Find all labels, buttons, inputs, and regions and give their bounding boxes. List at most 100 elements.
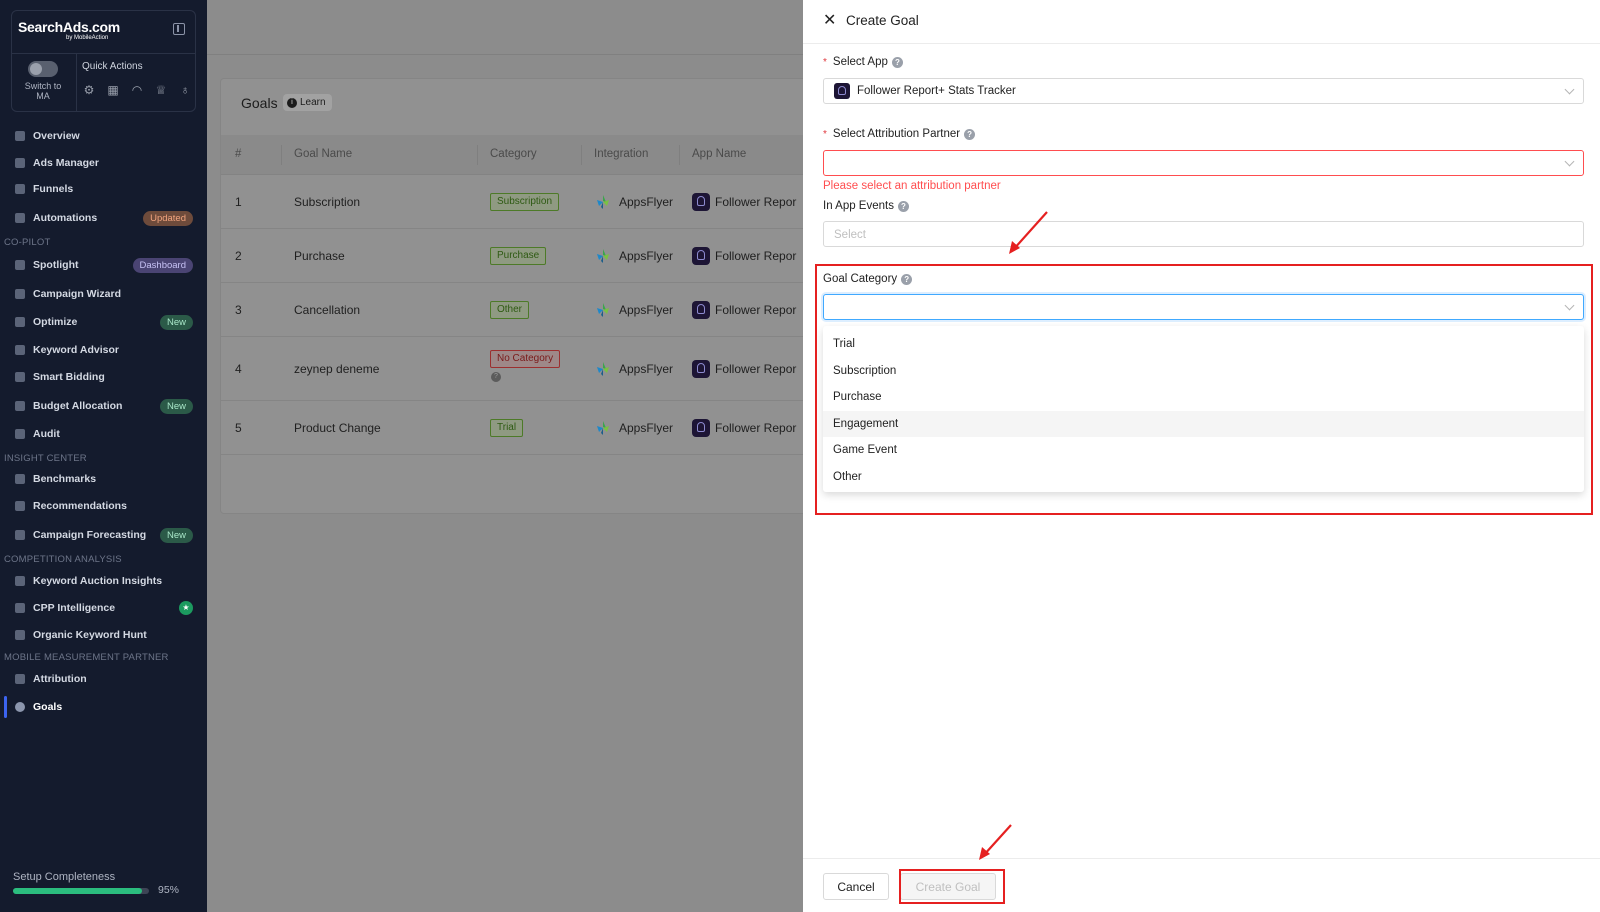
- select-app-label-text: Select App: [832, 56, 888, 68]
- calendar-icon[interactable]: ▦: [106, 83, 120, 97]
- app-icon: [692, 193, 710, 211]
- cancel-button[interactable]: Cancel: [823, 873, 889, 900]
- switch-to-ma-toggle[interactable]: [28, 61, 58, 77]
- sidebar: SearchAds.com by MobileAction Switch to …: [0, 0, 207, 912]
- setup-percentage: 95%: [158, 884, 180, 896]
- attribution-partner-dropdown[interactable]: [823, 150, 1584, 176]
- headset-icon[interactable]: ◠: [130, 83, 144, 97]
- column-header[interactable]: Category: [490, 148, 537, 160]
- row-number: 1: [235, 195, 242, 209]
- nav-automations[interactable]: Automations Updated: [0, 207, 207, 229]
- integration-name: AppsFlyer: [619, 195, 674, 209]
- select-app-label: * Select App ?: [823, 56, 903, 68]
- table-row[interactable]: 3 Cancellation Other AppsFlyer Follower …: [221, 283, 819, 337]
- help-icon[interactable]: ?: [964, 128, 976, 140]
- collapse-sidebar-icon[interactable]: [173, 23, 185, 35]
- auction-icon: [15, 576, 25, 586]
- divider: [679, 145, 680, 165]
- main-content: Goals i Learn # Goal Name Category Integr…: [207, 0, 820, 912]
- nav-attribution[interactable]: Attribution: [0, 668, 207, 690]
- category-tag: No Category: [490, 350, 561, 368]
- table-row[interactable]: 4 zeynep deneme No Category ? AppsFlyer …: [221, 337, 819, 401]
- nav-campaign-forecasting[interactable]: Campaign Forecasting New: [0, 524, 207, 546]
- help-icon[interactable]: ?: [897, 200, 909, 212]
- nav-organic-keyword-hunt[interactable]: Organic Keyword Hunt: [0, 624, 207, 646]
- forecast-icon: [15, 530, 25, 540]
- cpp-icon: [15, 603, 25, 613]
- nav-campaign-wizard[interactable]: Campaign Wizard: [0, 283, 207, 305]
- budget-icon: [15, 401, 25, 411]
- close-icon[interactable]: ✕: [823, 13, 836, 29]
- app-icon: [692, 247, 710, 265]
- nav-keyword-auction-insights[interactable]: Keyword Auction Insights: [0, 570, 207, 592]
- divider: [12, 53, 195, 54]
- appsflyer-icon: [597, 303, 609, 317]
- nav-label: Automations: [33, 212, 98, 224]
- help-icon[interactable]: ?: [891, 56, 903, 68]
- app-icon: [834, 83, 850, 99]
- divider: [207, 54, 803, 55]
- quick-actions-title: Quick Actions: [82, 61, 143, 72]
- in-app-events-placeholder: Select: [834, 229, 866, 241]
- audit-icon: [15, 429, 25, 439]
- trophy-icon[interactable]: ♕: [154, 83, 168, 97]
- page-title: Goals: [241, 95, 278, 111]
- keyword-icon: [15, 345, 25, 355]
- nav-budget-allocation[interactable]: Budget Allocation New: [0, 395, 207, 417]
- table-row[interactable]: 5 Product Change Trial AppsFlyer Followe…: [221, 401, 819, 455]
- drawer-header: ✕ Create Goal: [803, 0, 1600, 44]
- column-header[interactable]: Goal Name: [294, 148, 352, 160]
- nav-optimize[interactable]: Optimize New: [0, 311, 207, 333]
- new-badge: New: [159, 314, 193, 330]
- updated-badge: Updated: [143, 210, 193, 226]
- divider: [76, 53, 77, 111]
- settings-icon[interactable]: ⚙: [82, 83, 96, 97]
- help-icon[interactable]: ?: [491, 372, 501, 382]
- setup-progress-bar: [13, 888, 149, 894]
- nav-audit[interactable]: Audit: [0, 423, 207, 445]
- nav-overview[interactable]: Overview: [0, 125, 207, 147]
- nav-label: Organic Keyword Hunt: [33, 629, 147, 641]
- nav-label: Keyword Auction Insights: [33, 575, 163, 587]
- app-icon: [692, 301, 710, 319]
- attribution-partner-label: * Select Attribution Partner ?: [823, 128, 976, 140]
- integration-name: AppsFlyer: [619, 303, 674, 317]
- nav-keyword-advisor[interactable]: Keyword Advisor: [0, 339, 207, 361]
- category-tag: Trial: [490, 419, 524, 437]
- nav-funnels[interactable]: Funnels: [0, 178, 207, 200]
- column-header[interactable]: Integration: [594, 148, 648, 160]
- bulb-icon[interactable]: ♁: [178, 83, 192, 97]
- nav-cpp-intelligence[interactable]: CPP Intelligence ★: [0, 597, 207, 619]
- nav-goals[interactable]: Goals: [0, 696, 207, 718]
- nav-label: Smart Bidding: [33, 371, 105, 383]
- star-badge-icon: ★: [179, 601, 193, 615]
- attribution-label-text: Select Attribution Partner: [832, 128, 961, 140]
- integration-name: AppsFlyer: [619, 362, 674, 376]
- table-row[interactable]: 2 Purchase Purchase AppsFlyer Follower R…: [221, 229, 819, 283]
- chevron-down-icon: [1564, 84, 1575, 95]
- section-mmp: MOBILE MEASUREMENT PARTNER: [4, 652, 169, 663]
- info-icon: i: [287, 97, 297, 108]
- wizard-icon: [15, 289, 25, 299]
- logo[interactable]: SearchAds.com: [18, 19, 120, 35]
- nav-smart-bidding[interactable]: Smart Bidding: [0, 366, 207, 388]
- divider: [281, 145, 282, 165]
- goal-name: Product Change: [294, 421, 381, 435]
- nav-benchmarks[interactable]: Benchmarks: [0, 468, 207, 490]
- recommendation-icon: [15, 501, 25, 511]
- table-row[interactable]: 1 Subscription Subscription AppsFlyer Fo…: [221, 175, 819, 229]
- in-app-events-select[interactable]: Select: [823, 221, 1584, 247]
- logo-subtitle: by MobileAction: [66, 35, 109, 41]
- column-header[interactable]: App Name: [692, 148, 746, 160]
- nav-ads-manager[interactable]: Ads Manager: [0, 152, 207, 174]
- nav-spotlight[interactable]: Spotlight Dashboard: [0, 254, 207, 276]
- divider: [581, 145, 582, 165]
- nav-recommendations[interactable]: Recommendations: [0, 495, 207, 517]
- nav-label: Goals: [33, 701, 63, 713]
- nav-label: Audit: [33, 428, 60, 440]
- select-app-dropdown[interactable]: Follower Report+ Stats Tracker: [823, 78, 1584, 104]
- nav-label: Keyword Advisor: [33, 344, 119, 356]
- learn-button[interactable]: i Learn: [283, 94, 332, 111]
- app-icon: [692, 360, 710, 378]
- nav-label: Campaign Wizard: [33, 288, 121, 300]
